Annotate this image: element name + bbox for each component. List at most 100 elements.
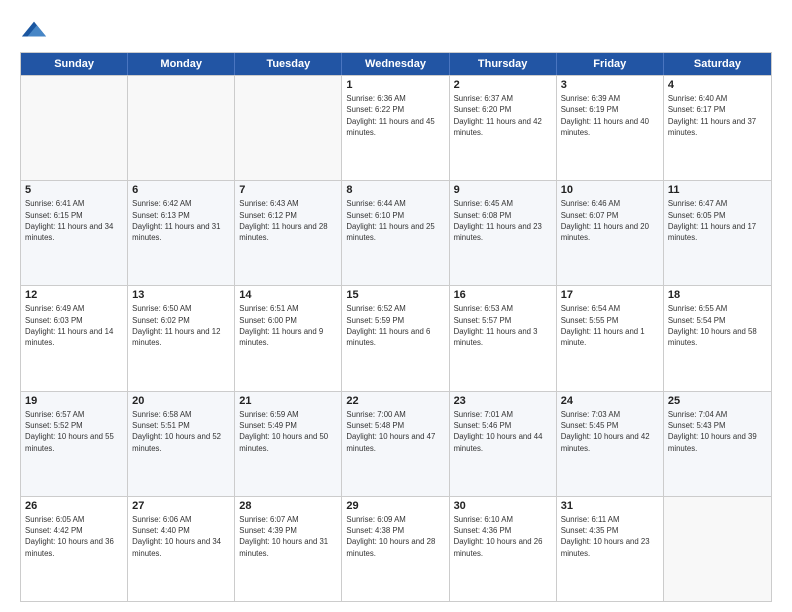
day-number: 25 [668, 395, 767, 407]
empty-cell [664, 497, 771, 601]
day-number: 3 [561, 79, 659, 91]
calendar-header: SundayMondayTuesdayWednesdayThursdayFrid… [21, 53, 771, 75]
day-number: 13 [132, 289, 230, 301]
day-cell-30: 30Sunrise: 6:10 AM Sunset: 4:36 PM Dayli… [450, 497, 557, 601]
header-day-wednesday: Wednesday [342, 53, 449, 75]
day-info: Sunrise: 6:39 AM Sunset: 6:19 PM Dayligh… [561, 93, 659, 138]
day-info: Sunrise: 6:06 AM Sunset: 4:40 PM Dayligh… [132, 514, 230, 559]
header-day-tuesday: Tuesday [235, 53, 342, 75]
day-number: 20 [132, 395, 230, 407]
day-info: Sunrise: 6:54 AM Sunset: 5:55 PM Dayligh… [561, 303, 659, 348]
day-cell-23: 23 Sunrise: 7:01 AM Sunset: 5:46 PM Dayli… [450, 392, 557, 496]
day-number: 27 [132, 500, 230, 512]
day-cell-17: 17 Sunrise: 6:54 AM Sunset: 5:55 PM Dayli… [557, 286, 664, 390]
logo [20, 16, 52, 44]
day-cell-8: 8 Sunrise: 6:44 AM Sunset: 6:10 PM Daylig… [342, 181, 449, 285]
day-number: 28 [239, 500, 337, 512]
day-number: 4 [668, 79, 767, 91]
day-cell-22: 22Sunrise: 7:00 AM Sunset: 5:48 PM Dayli… [342, 392, 449, 496]
day-info: Sunrise: 6:59 AM Sunset: 5:49 PM Dayligh… [239, 409, 337, 454]
day-cell-29: 29 Sunrise: 6:09 AM Sunset: 4:38 PM Dayli… [342, 497, 449, 601]
day-cell-14: 14 Sunrise: 6:51 AM Sunset: 6:00 PM Dayli… [235, 286, 342, 390]
day-info: Sunrise: 7:03 AM Sunset: 5:45 PM Dayligh… [561, 409, 659, 454]
day-number: 21 [239, 395, 337, 407]
day-info: Sunrise: 6:47 AM Sunset: 6:05 PM Dayligh… [668, 198, 767, 243]
day-cell-6: 6Sunrise: 6:42 AM Sunset: 6:13 PM Daylig… [128, 181, 235, 285]
day-number: 12 [25, 289, 123, 301]
calendar-week-5: 26Sunrise: 6:05 AM Sunset: 4:42 PM Dayli… [21, 496, 771, 601]
day-cell-16: 16 Sunrise: 6:53 AM Sunset: 5:57 PM Dayli… [450, 286, 557, 390]
day-info: Sunrise: 6:55 AM Sunset: 5:54 PM Dayligh… [668, 303, 767, 348]
day-cell-10: 10Sunrise: 6:46 AM Sunset: 6:07 PM Dayli… [557, 181, 664, 285]
calendar-week-1: 1 Sunrise: 6:36 AM Sunset: 6:22 PM Daylig… [21, 75, 771, 180]
day-cell-24: 24 Sunrise: 7:03 AM Sunset: 5:45 PM Dayli… [557, 392, 664, 496]
day-cell-7: 7Sunrise: 6:43 AM Sunset: 6:12 PM Daylig… [235, 181, 342, 285]
calendar-week-4: 19 Sunrise: 6:57 AM Sunset: 5:52 PM Dayli… [21, 391, 771, 496]
day-number: 2 [454, 79, 552, 91]
day-number: 6 [132, 184, 230, 196]
header-day-monday: Monday [128, 53, 235, 75]
day-info: Sunrise: 6:11 AM Sunset: 4:35 PM Dayligh… [561, 514, 659, 559]
day-info: Sunrise: 6:53 AM Sunset: 5:57 PM Dayligh… [454, 303, 552, 348]
day-cell-2: 2 Sunrise: 6:37 AM Sunset: 6:20 PM Daylig… [450, 76, 557, 180]
day-number: 5 [25, 184, 123, 196]
day-info: Sunrise: 6:43 AM Sunset: 6:12 PM Dayligh… [239, 198, 337, 243]
header-day-friday: Friday [557, 53, 664, 75]
day-info: Sunrise: 7:00 AM Sunset: 5:48 PM Dayligh… [346, 409, 444, 454]
day-cell-15: 15Sunrise: 6:52 AM Sunset: 5:59 PM Dayli… [342, 286, 449, 390]
day-number: 11 [668, 184, 767, 196]
day-info: Sunrise: 6:50 AM Sunset: 6:02 PM Dayligh… [132, 303, 230, 348]
day-info: Sunrise: 6:36 AM Sunset: 6:22 PM Dayligh… [346, 93, 444, 138]
day-number: 1 [346, 79, 444, 91]
day-info: Sunrise: 6:51 AM Sunset: 6:00 PM Dayligh… [239, 303, 337, 348]
header [20, 16, 772, 44]
logo-icon [20, 16, 48, 44]
day-number: 18 [668, 289, 767, 301]
day-cell-25: 25 Sunrise: 7:04 AM Sunset: 5:43 PM Dayli… [664, 392, 771, 496]
empty-cell [128, 76, 235, 180]
header-day-sunday: Sunday [21, 53, 128, 75]
empty-cell [235, 76, 342, 180]
empty-cell [21, 76, 128, 180]
page: SundayMondayTuesdayWednesdayThursdayFrid… [0, 0, 792, 612]
day-number: 17 [561, 289, 659, 301]
day-info: Sunrise: 7:01 AM Sunset: 5:46 PM Dayligh… [454, 409, 552, 454]
day-number: 8 [346, 184, 444, 196]
day-info: Sunrise: 6:44 AM Sunset: 6:10 PM Dayligh… [346, 198, 444, 243]
day-number: 14 [239, 289, 337, 301]
day-cell-4: 4Sunrise: 6:40 AM Sunset: 6:17 PM Daylig… [664, 76, 771, 180]
day-info: Sunrise: 6:45 AM Sunset: 6:08 PM Dayligh… [454, 198, 552, 243]
day-cell-9: 9 Sunrise: 6:45 AM Sunset: 6:08 PM Daylig… [450, 181, 557, 285]
day-cell-20: 20 Sunrise: 6:58 AM Sunset: 5:51 PM Dayli… [128, 392, 235, 496]
day-cell-1: 1 Sunrise: 6:36 AM Sunset: 6:22 PM Daylig… [342, 76, 449, 180]
day-cell-3: 3 Sunrise: 6:39 AM Sunset: 6:19 PM Daylig… [557, 76, 664, 180]
day-number: 29 [346, 500, 444, 512]
calendar-week-2: 5 Sunrise: 6:41 AM Sunset: 6:15 PM Daylig… [21, 180, 771, 285]
day-number: 23 [454, 395, 552, 407]
day-number: 24 [561, 395, 659, 407]
day-info: Sunrise: 6:09 AM Sunset: 4:38 PM Dayligh… [346, 514, 444, 559]
day-cell-19: 19 Sunrise: 6:57 AM Sunset: 5:52 PM Dayli… [21, 392, 128, 496]
day-info: Sunrise: 6:49 AM Sunset: 6:03 PM Dayligh… [25, 303, 123, 348]
day-number: 19 [25, 395, 123, 407]
day-info: Sunrise: 6:46 AM Sunset: 6:07 PM Dayligh… [561, 198, 659, 243]
day-cell-21: 21 Sunrise: 6:59 AM Sunset: 5:49 PM Dayli… [235, 392, 342, 496]
day-info: Sunrise: 7:04 AM Sunset: 5:43 PM Dayligh… [668, 409, 767, 454]
day-info: Sunrise: 6:58 AM Sunset: 5:51 PM Dayligh… [132, 409, 230, 454]
day-cell-31: 31 Sunrise: 6:11 AM Sunset: 4:35 PM Dayli… [557, 497, 664, 601]
day-number: 31 [561, 500, 659, 512]
day-info: Sunrise: 6:05 AM Sunset: 4:42 PM Dayligh… [25, 514, 123, 559]
day-cell-26: 26Sunrise: 6:05 AM Sunset: 4:42 PM Dayli… [21, 497, 128, 601]
day-info: Sunrise: 6:57 AM Sunset: 5:52 PM Dayligh… [25, 409, 123, 454]
day-number: 9 [454, 184, 552, 196]
day-number: 16 [454, 289, 552, 301]
day-cell-13: 13 Sunrise: 6:50 AM Sunset: 6:02 PM Dayli… [128, 286, 235, 390]
day-info: Sunrise: 6:37 AM Sunset: 6:20 PM Dayligh… [454, 93, 552, 138]
day-number: 15 [346, 289, 444, 301]
day-info: Sunrise: 6:07 AM Sunset: 4:39 PM Dayligh… [239, 514, 337, 559]
day-cell-5: 5 Sunrise: 6:41 AM Sunset: 6:15 PM Daylig… [21, 181, 128, 285]
day-cell-18: 18 Sunrise: 6:55 AM Sunset: 5:54 PM Dayli… [664, 286, 771, 390]
day-cell-28: 28 Sunrise: 6:07 AM Sunset: 4:39 PM Dayli… [235, 497, 342, 601]
day-cell-27: 27 Sunrise: 6:06 AM Sunset: 4:40 PM Dayli… [128, 497, 235, 601]
day-info: Sunrise: 6:41 AM Sunset: 6:15 PM Dayligh… [25, 198, 123, 243]
